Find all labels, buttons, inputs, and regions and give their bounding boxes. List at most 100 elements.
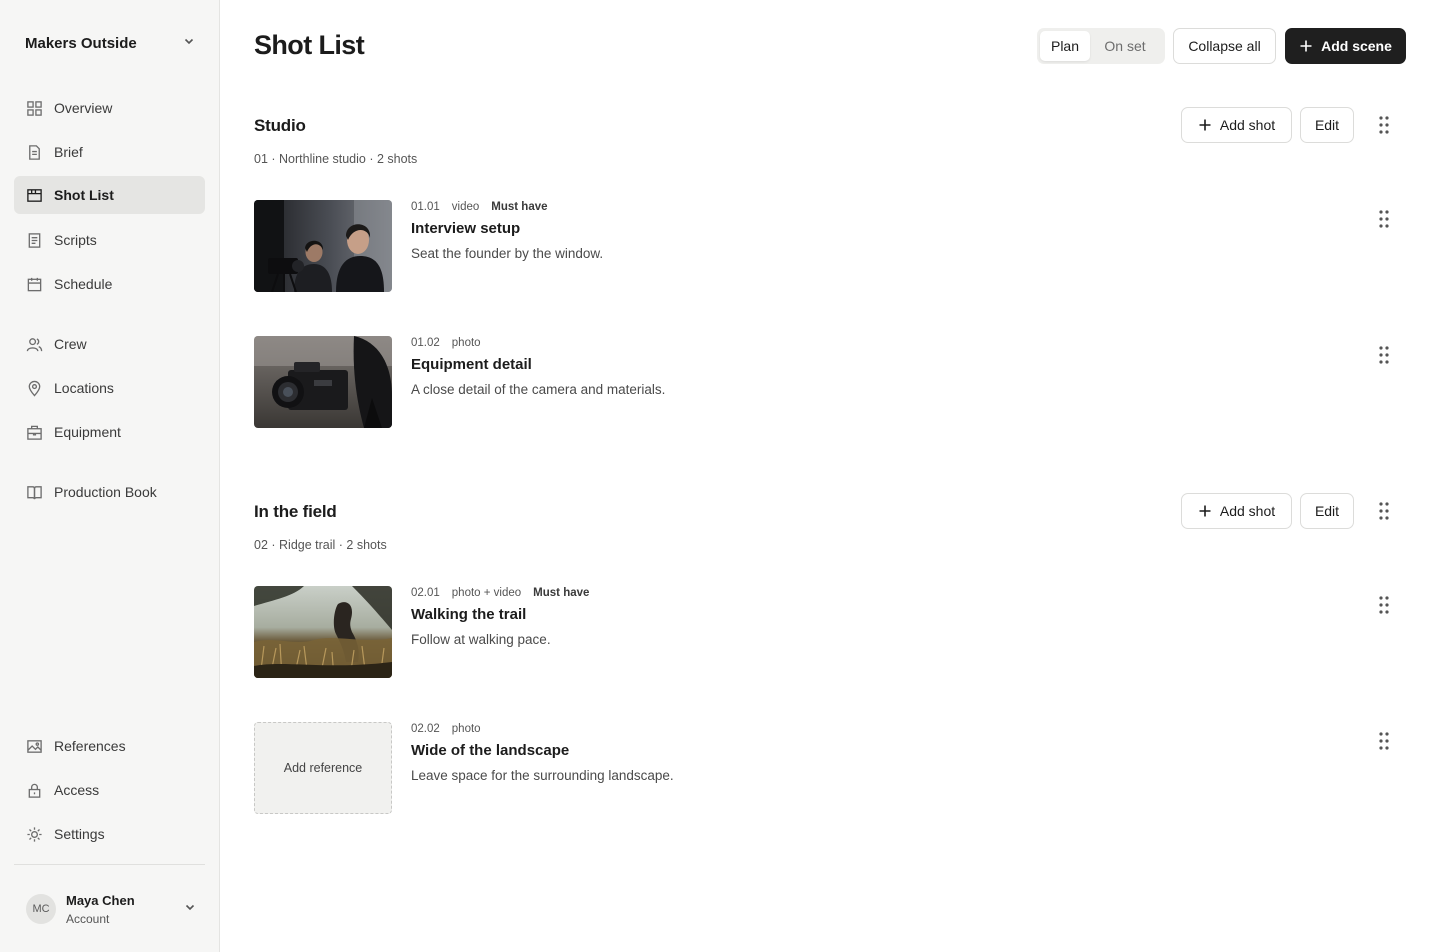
book-icon (25, 483, 43, 501)
sidebar-divider (14, 864, 205, 865)
users-icon (25, 335, 43, 353)
scene-meta: 01 · Northline studio · 2 shots (254, 152, 418, 166)
toolbox-icon (25, 423, 43, 441)
shot-type: photo + video (451, 587, 522, 599)
map-pin-icon (25, 379, 43, 397)
must-have-badge: Must have (491, 201, 548, 213)
shot-description: Leave space for the surrounding landscap… (411, 768, 674, 783)
sidebar-item-label: Scripts (54, 232, 97, 248)
add-scene-button[interactable]: Add scene (1285, 28, 1406, 64)
edit-scene-button[interactable]: Edit (1300, 107, 1354, 143)
sidebar-item-crew[interactable]: Crew (14, 325, 205, 363)
shot-drag-handle-icon[interactable] (1374, 593, 1394, 617)
collapse-all-label: Collapse all (1188, 38, 1261, 54)
mode-plan-button[interactable]: Plan (1040, 31, 1090, 61)
must-have-badge: Must have (533, 587, 590, 599)
workspace-switcher[interactable]: Makers Outside (25, 32, 195, 54)
shot-meta: 02.02 photo (411, 723, 493, 735)
script-icon (25, 231, 43, 249)
scene-meta: 02 · Ridge trail · 2 shots (254, 538, 387, 552)
sidebar-item-overview[interactable]: Overview (14, 89, 205, 127)
shot-number: 01.02 (411, 337, 440, 349)
sidebar-item-scripts[interactable]: Scripts (14, 221, 205, 259)
shot-type: photo (451, 723, 481, 735)
add-reference-placeholder[interactable]: Add reference (254, 722, 392, 814)
grid-icon (25, 99, 43, 117)
shot-type: photo (451, 337, 481, 349)
avatar: MC (26, 894, 56, 924)
sidebar-item-label: Overview (54, 100, 113, 116)
user-name: Maya Chen (66, 892, 135, 908)
sidebar-item-label: Shot List (54, 187, 114, 203)
add-shot-button[interactable]: Add shot (1181, 107, 1292, 143)
scene-drag-handle-icon[interactable] (1374, 499, 1394, 523)
sidebar-item-schedule[interactable]: Schedule (14, 265, 205, 303)
shot-meta: 01.01 video Must have (411, 201, 560, 213)
main-content: Shot List Plan On set Collapse all Add s… (220, 0, 1440, 952)
shot-drag-handle-icon[interactable] (1374, 729, 1394, 753)
shot-number: 02.01 (411, 587, 440, 599)
sidebar-item-settings[interactable]: Settings (14, 815, 205, 853)
sidebar-item-label: References (54, 738, 126, 754)
mode-toggle: Plan On set (1037, 28, 1165, 64)
shot-title[interactable]: Walking the trail (411, 606, 526, 623)
shot-title[interactable]: Wide of the landscape (411, 742, 569, 759)
edit-scene-button[interactable]: Edit (1300, 493, 1354, 529)
add-shot-label: Add shot (1219, 503, 1276, 519)
sidebar-item-label: Production Book (54, 484, 157, 500)
collapse-all-button[interactable]: Collapse all (1173, 28, 1276, 64)
plus-icon (1199, 505, 1211, 517)
film-icon (25, 186, 43, 204)
lock-icon (25, 781, 43, 799)
shot-title[interactable]: Interview setup (411, 220, 520, 237)
sidebar-item-access[interactable]: Access (14, 771, 205, 809)
shot-description: A close detail of the camera and materia… (411, 382, 666, 397)
shot-description: Follow at walking pace. (411, 632, 551, 647)
add-shot-label: Add shot (1219, 117, 1276, 133)
shot-meta: 01.02 photo (411, 337, 493, 349)
plus-icon (1199, 119, 1211, 131)
plus-icon (1300, 40, 1312, 52)
chevron-down-icon (183, 34, 195, 52)
shot-drag-handle-icon[interactable] (1374, 343, 1394, 367)
sidebar-item-production-book[interactable]: Production Book (14, 473, 205, 511)
sidebar-item-references[interactable]: References (14, 727, 205, 765)
shot-drag-handle-icon[interactable] (1374, 207, 1394, 231)
shot-thumbnail[interactable] (254, 336, 392, 428)
page-title: Shot List (254, 30, 365, 60)
document-icon (25, 143, 43, 161)
sidebar-item-equipment[interactable]: Equipment (14, 413, 205, 451)
gear-icon (25, 825, 43, 843)
sidebar-item-label: Brief (54, 144, 83, 160)
shot-thumbnail[interactable] (254, 586, 392, 678)
sidebar-item-label: Access (54, 782, 100, 798)
account-menu[interactable]: MC Maya Chen Account (26, 888, 196, 930)
user-account-label: Account (66, 911, 110, 926)
interview-photo (254, 200, 392, 292)
sidebar-item-label: Settings (54, 826, 105, 842)
add-scene-label: Add scene (1321, 38, 1392, 54)
shot-number: 02.02 (411, 723, 440, 735)
image-icon (25, 737, 43, 755)
sidebar: Makers Outside Overview Brief Shot List … (0, 0, 220, 952)
edit-label: Edit (1314, 503, 1340, 519)
scene-drag-handle-icon[interactable] (1374, 113, 1394, 137)
sidebar-item-label: Equipment (54, 424, 121, 440)
shot-thumbnail[interactable] (254, 200, 392, 292)
trail-photo (254, 586, 392, 678)
chevron-down-icon (184, 900, 196, 918)
sidebar-item-locations[interactable]: Locations (14, 369, 205, 407)
sidebar-item-label: Crew (54, 336, 87, 352)
shot-number: 01.01 (411, 201, 440, 213)
sidebar-item-shot-list[interactable]: Shot List (14, 176, 205, 214)
sidebar-item-brief[interactable]: Brief (14, 133, 205, 171)
sidebar-item-label: Schedule (54, 276, 113, 292)
camera-photo (254, 336, 392, 428)
calendar-icon (25, 275, 43, 293)
edit-label: Edit (1314, 117, 1340, 133)
add-shot-button[interactable]: Add shot (1181, 493, 1292, 529)
sidebar-item-label: Locations (54, 380, 114, 396)
mode-onset-button[interactable]: On set (1090, 31, 1160, 61)
shot-title[interactable]: Equipment detail (411, 356, 532, 373)
shot-meta: 02.01 photo + video Must have (411, 587, 601, 599)
